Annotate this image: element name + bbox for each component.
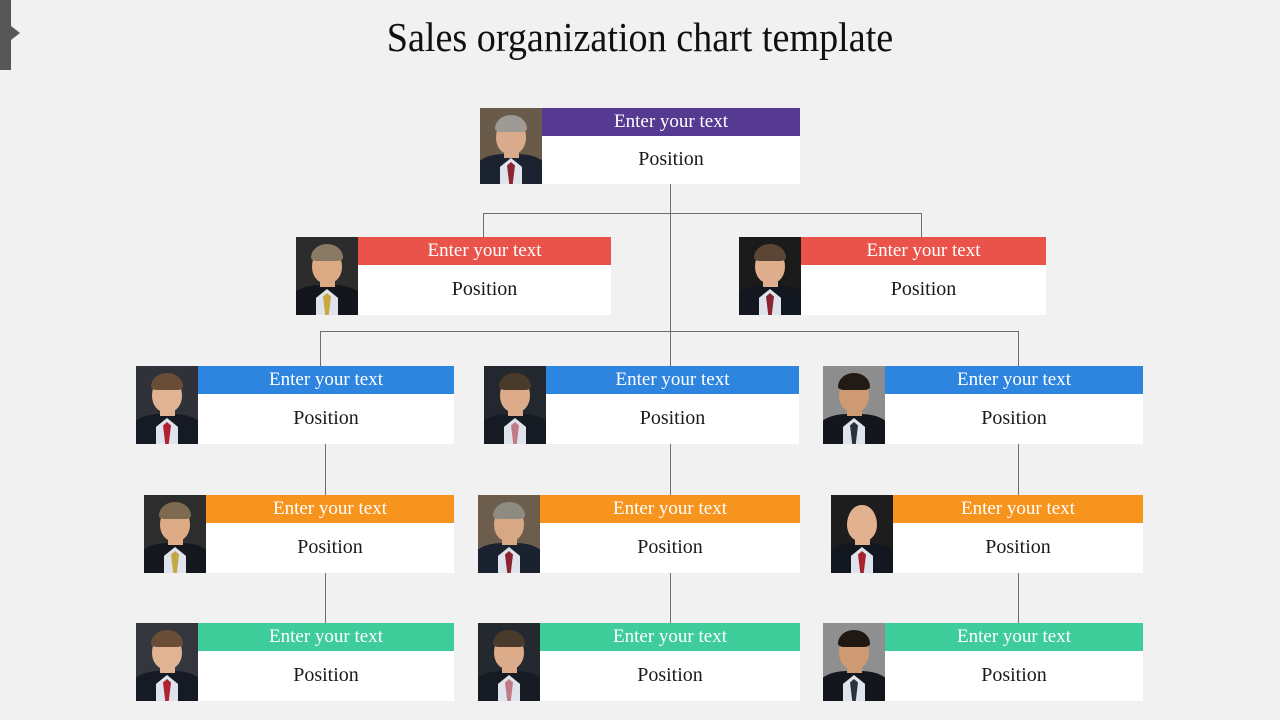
org-node[interactable]: Enter your text Position (478, 495, 800, 573)
person-photo (831, 495, 893, 573)
node-position[interactable]: Position (801, 265, 1046, 315)
node-body: Enter your text Position (885, 366, 1143, 444)
connector-line (320, 331, 1018, 332)
person-photo (136, 366, 198, 444)
node-body: Enter your text Position (358, 237, 611, 315)
node-title[interactable]: Enter your text (206, 495, 454, 523)
connector-line (670, 444, 671, 495)
node-position[interactable]: Position (546, 394, 799, 444)
node-title[interactable]: Enter your text (893, 495, 1143, 523)
person-photo (484, 366, 546, 444)
person-photo (144, 495, 206, 573)
person-photo (136, 623, 198, 701)
org-node[interactable]: Enter your text Position (823, 623, 1143, 701)
connector-line (325, 573, 326, 623)
person-photo (823, 623, 885, 701)
node-position[interactable]: Position (358, 265, 611, 315)
node-body: Enter your text Position (198, 366, 454, 444)
connector-line (670, 184, 671, 214)
node-body: Enter your text Position (546, 366, 799, 444)
org-node[interactable]: Enter your text Position (478, 623, 800, 701)
node-body: Enter your text Position (542, 108, 800, 184)
org-node[interactable]: Enter your text Position (484, 366, 799, 444)
node-position[interactable]: Position (198, 651, 454, 701)
node-title[interactable]: Enter your text (885, 623, 1143, 651)
node-body: Enter your text Position (801, 237, 1046, 315)
node-body: Enter your text Position (893, 495, 1143, 573)
person-photo (296, 237, 358, 315)
org-node[interactable]: Enter your text Position (136, 623, 454, 701)
node-position[interactable]: Position (885, 394, 1143, 444)
org-chart: Enter your text Position Enter your text Po… (0, 0, 1280, 720)
node-title[interactable]: Enter your text (198, 366, 454, 394)
org-node[interactable]: Enter your text Position (823, 366, 1143, 444)
person-photo (478, 623, 540, 701)
person-photo (480, 108, 542, 184)
node-title[interactable]: Enter your text (540, 495, 800, 523)
connector-line (483, 213, 484, 237)
node-position[interactable]: Position (198, 394, 454, 444)
connector-line (921, 213, 922, 237)
node-title[interactable]: Enter your text (198, 623, 454, 651)
person-photo (478, 495, 540, 573)
node-title[interactable]: Enter your text (885, 366, 1143, 394)
connector-line (1018, 573, 1019, 623)
person-photo (823, 366, 885, 444)
node-position[interactable]: Position (542, 136, 800, 184)
org-node[interactable]: Enter your text Position (739, 237, 1046, 315)
node-body: Enter your text Position (206, 495, 454, 573)
org-node[interactable]: Enter your text Position (136, 366, 454, 444)
connector-line (1018, 444, 1019, 495)
node-body: Enter your text Position (885, 623, 1143, 701)
node-position[interactable]: Position (885, 651, 1143, 701)
node-body: Enter your text Position (198, 623, 454, 701)
node-body: Enter your text Position (540, 623, 800, 701)
connector-line (670, 331, 671, 366)
node-title[interactable]: Enter your text (358, 237, 611, 265)
node-position[interactable]: Position (540, 651, 800, 701)
node-title[interactable]: Enter your text (801, 237, 1046, 265)
connector-line (670, 213, 671, 331)
node-title[interactable]: Enter your text (546, 366, 799, 394)
connector-line (325, 444, 326, 495)
node-position[interactable]: Position (540, 523, 800, 573)
connector-line (483, 213, 921, 214)
connector-line (670, 573, 671, 623)
person-photo (739, 237, 801, 315)
node-title[interactable]: Enter your text (542, 108, 800, 136)
node-title[interactable]: Enter your text (540, 623, 800, 651)
node-position[interactable]: Position (893, 523, 1143, 573)
node-body: Enter your text Position (540, 495, 800, 573)
org-node[interactable]: Enter your text Position (831, 495, 1143, 573)
node-position[interactable]: Position (206, 523, 454, 573)
org-node[interactable]: Enter your text Position (480, 108, 800, 184)
org-node[interactable]: Enter your text Position (144, 495, 454, 573)
connector-line (320, 331, 321, 366)
org-node[interactable]: Enter your text Position (296, 237, 611, 315)
connector-line (1018, 331, 1019, 366)
